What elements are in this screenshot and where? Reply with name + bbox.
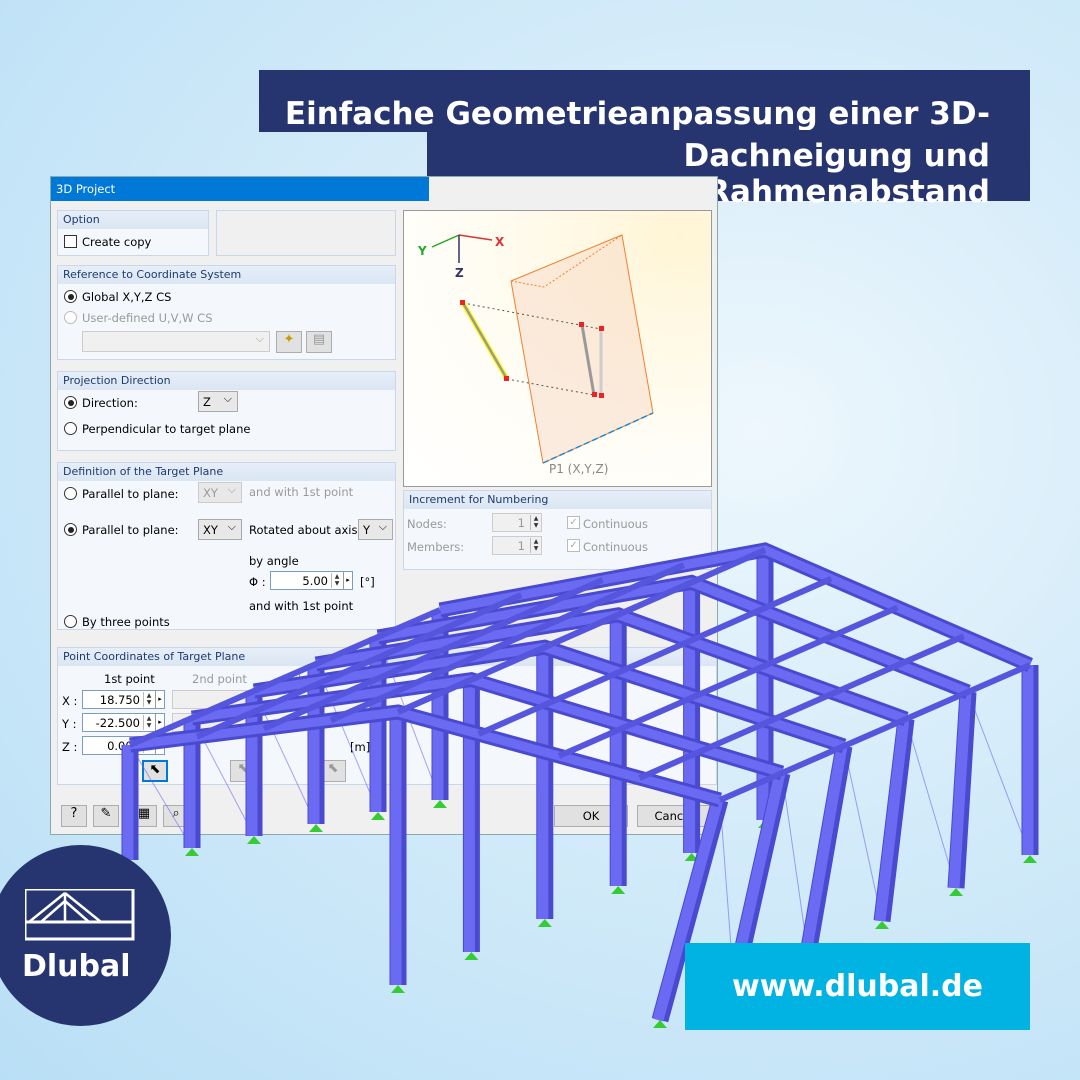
bracing xyxy=(967,691,1031,856)
dlubal-bridge-icon xyxy=(25,889,135,941)
support-icon xyxy=(433,800,447,808)
support-icon xyxy=(875,921,889,929)
column-face xyxy=(800,745,848,955)
support-icon xyxy=(537,919,552,927)
url-text: www.dlubal.de xyxy=(732,969,983,1004)
bracing xyxy=(843,745,883,922)
support-icon xyxy=(464,952,479,960)
support-icon xyxy=(611,886,626,894)
bracing xyxy=(905,718,957,889)
support-icon xyxy=(309,824,323,832)
support-icon xyxy=(185,848,199,856)
website-url[interactable]: www.dlubal.de xyxy=(685,943,1030,1030)
support-icon xyxy=(1023,855,1037,863)
support-icon xyxy=(247,836,261,844)
logo-text: Dlubal xyxy=(22,949,131,984)
bracing xyxy=(129,744,193,849)
support-icon xyxy=(391,985,405,993)
support-icon xyxy=(949,888,963,896)
support-icon xyxy=(371,812,385,820)
